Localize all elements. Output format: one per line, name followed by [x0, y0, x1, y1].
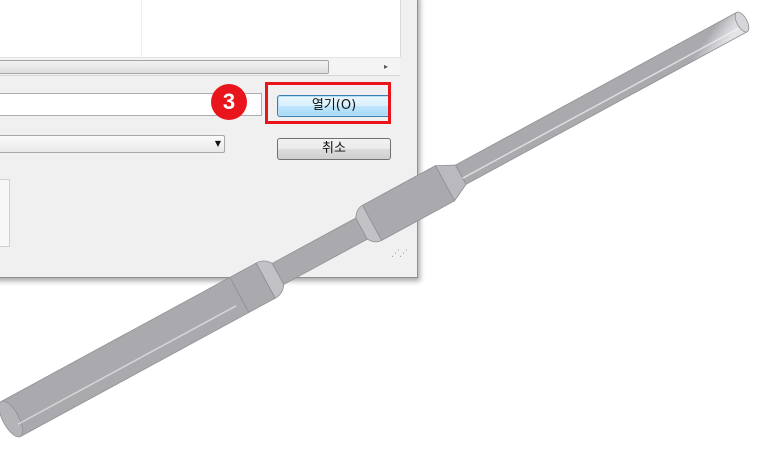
shaft-model [0, 11, 750, 438]
shaft-body [0, 11, 750, 438]
